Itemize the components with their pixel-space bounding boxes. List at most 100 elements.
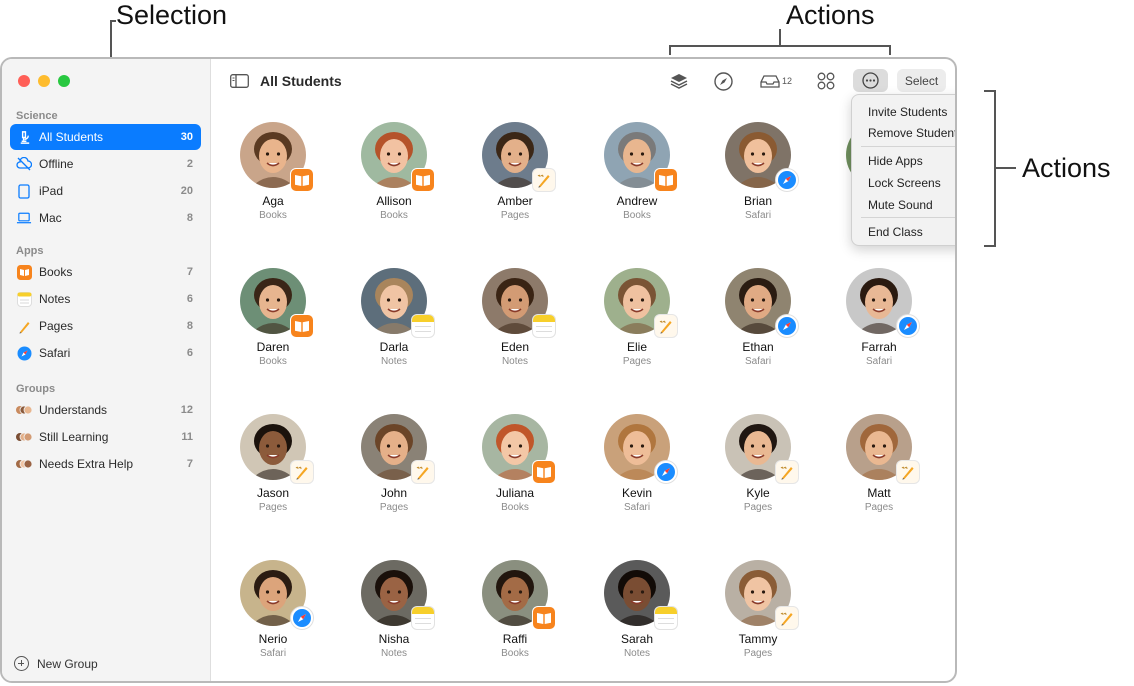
sidebar-item-still-learning[interactable]: Still Learning 11 [10,424,201,450]
student-tile[interactable]: John Pages [339,414,449,513]
menu-separator [861,146,955,147]
selection-callout-tick [110,20,116,22]
pages-app-icon [290,460,314,484]
student-name: Daren [256,340,290,354]
zoom-window-button[interactable] [58,75,70,87]
avatar [361,560,435,630]
group-avatars-icon [16,456,32,472]
student-tile[interactable]: Eden Notes [460,268,570,367]
student-name: Eden [500,340,530,354]
minimize-window-button[interactable] [38,75,50,87]
sidebar-item-pages[interactable]: Pages 8 [10,313,201,339]
avatar [725,122,799,192]
student-tile[interactable]: Darla Notes [339,268,449,367]
sidebar-item-ipad[interactable]: iPad 20 [10,178,201,204]
sidebar-item-all-students[interactable]: All Students 30 [10,124,201,150]
student-tile[interactable]: Daren Books [218,268,328,367]
menu-item-mute-sound[interactable]: Mute Sound [868,198,933,212]
avatar [482,414,556,484]
avatar [240,560,314,630]
layers-icon[interactable] [668,69,690,93]
student-tile[interactable]: Raffi Books [460,560,570,659]
student-tile[interactable]: Andrew Books [582,122,692,221]
actions-top-bracket-right [889,45,891,55]
section-apps-label: Apps [16,245,44,257]
student-tile[interactable]: Jason Pages [218,414,328,513]
student-app: Pages [500,210,530,221]
select-button[interactable]: Select [897,69,946,92]
student-tile[interactable]: Allison Books [339,122,449,221]
avatar [604,268,678,338]
sidebar-item-offline[interactable]: Offline 2 [10,151,201,177]
safari-app-icon [775,314,799,338]
student-name: Farrah [861,340,897,354]
new-group-button[interactable]: New Group [14,656,98,671]
avatar [482,268,556,338]
student-app: Books [380,210,408,221]
student-tile[interactable]: Kevin Safari [582,414,692,513]
student-tile[interactable]: Nerio Safari [218,560,328,659]
avatar [240,268,314,338]
sidebar-toggle-icon[interactable] [229,69,249,93]
menu-item-invite-students[interactable]: Invite Students [868,105,947,119]
more-actions-button[interactable] [853,69,888,92]
student-tile[interactable]: Sarah Notes [582,560,692,659]
student-name: Nisha [378,632,410,646]
ellipsis-circle-icon [862,72,879,89]
student-app: Books [259,210,287,221]
student-app: Notes [380,356,408,367]
sidebar-item-needs-extra-help[interactable]: Needs Extra Help 7 [10,451,201,477]
avatar [725,560,799,630]
safari-app-icon [775,168,799,192]
avatar [240,414,314,484]
close-window-button[interactable] [18,75,30,87]
avatar [361,268,435,338]
student-tile[interactable]: Amber Pages [460,122,570,221]
sidebar-item-books[interactable]: Books 7 [10,259,201,285]
student-tile[interactable]: Aga Books [218,122,328,221]
notes-app-icon [16,291,32,307]
student-name: Kyle [746,486,770,500]
student-tile[interactable]: Matt Pages [824,414,934,513]
student-tile[interactable]: Ethan Safari [703,268,813,367]
ipad-icon [16,183,32,199]
menu-item-remove-students[interactable]: Remove Students [868,126,955,140]
student-tile[interactable]: Juliana Books [460,414,570,513]
menu-item-lock-screens[interactable]: Lock Screens [868,176,941,190]
student-name: Andrew [616,194,658,208]
sidebar-item-notes[interactable]: Notes 6 [10,286,201,312]
sidebar-item-understands[interactable]: Understands 12 [10,397,201,423]
student-tile[interactable]: Farrah Safari [824,268,934,367]
student-app: Pages [379,502,409,513]
avatar [725,414,799,484]
screens-icon[interactable]: 12 [758,69,794,93]
student-tile[interactable]: Elie Pages [582,268,692,367]
student-app: Notes [380,648,408,659]
student-name: Allison [376,194,412,208]
microscope-icon [16,129,32,145]
actions-right-callout-label: Actions [1022,153,1111,183]
avatar [604,560,678,630]
actions-top-bracket-left [669,45,671,55]
plus-circle-icon [14,656,29,671]
menu-item-end-class[interactable]: End Class [868,225,923,239]
student-name: Elie [626,340,647,354]
student-tile[interactable]: Brian Safari [703,122,813,221]
pages-app-icon [532,168,556,192]
student-tile[interactable]: Nisha Notes [339,560,449,659]
sidebar-item-safari[interactable]: Safari 6 [10,340,201,366]
student-app: Pages [743,648,773,659]
student-tile[interactable]: Kyle Pages [703,414,813,513]
notes-app-icon [411,314,435,338]
screenshot-root: Selection Actions Actions Science All St… [0,0,1134,686]
menu-item-hide-apps[interactable]: Hide Apps [868,154,923,168]
avatar [846,268,920,338]
student-app: Safari [623,502,651,513]
sidebar-item-mac[interactable]: Mac 8 [10,205,201,231]
app-grid-icon[interactable] [815,69,837,93]
compass-icon[interactable] [712,69,734,93]
student-tile[interactable]: Tammy Pages [703,560,813,659]
avatar [482,560,556,630]
books-app-icon [532,606,556,630]
student-app: Pages [864,502,894,513]
